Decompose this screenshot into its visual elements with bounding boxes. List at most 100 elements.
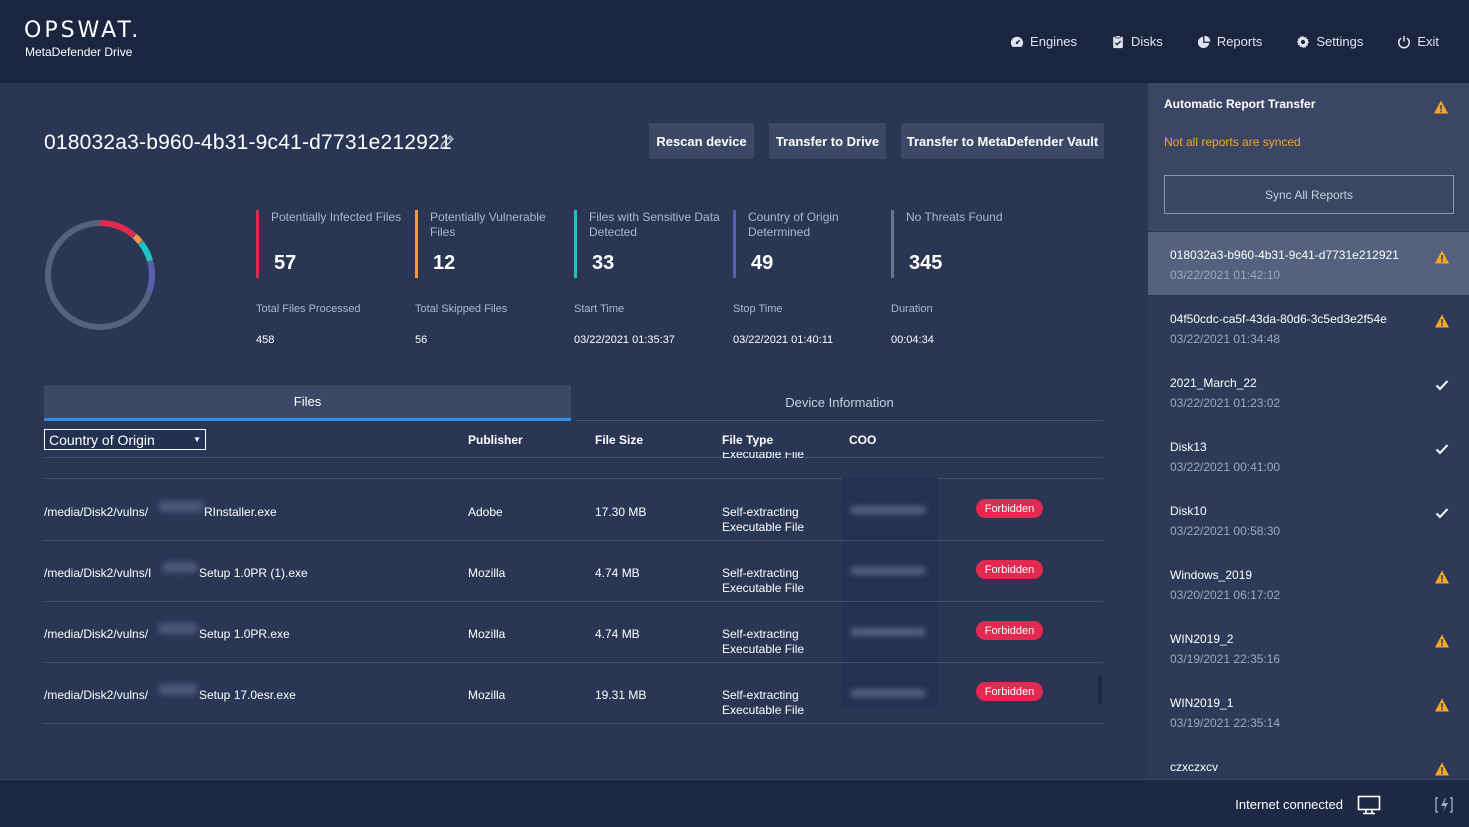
results-donut-chart (45, 220, 155, 330)
nav-exit[interactable]: Exit (1397, 34, 1439, 49)
table-row[interactable]: /media/Disk2/vulns/ RInstaller.exe Adobe… (0, 479, 1103, 540)
meta-label-start-time: Start Time (574, 303, 625, 315)
rescan-device-button[interactable]: Rescan device (649, 123, 754, 159)
file-type: Self-extracting Executable File (722, 688, 805, 717)
charging-icon[interactable] (1434, 796, 1454, 814)
file-path-prefix: /media/Disk2/vulns/ (44, 627, 149, 641)
nav-label: Settings (1316, 34, 1364, 49)
report-transfer-panel: Automatic Report Transfer Not all report… (1148, 83, 1469, 779)
report-item[interactable]: Windows_2019 03/20/2021 06:17:02 (1148, 551, 1469, 615)
report-item[interactable]: 018032a3-b960-4b31-9c41-d7731e212921 03/2… (1148, 231, 1469, 295)
warning-icon (1435, 762, 1449, 776)
redacted-text (162, 562, 198, 573)
stat-infected: Potentially Infected Files 57 (256, 210, 406, 278)
warning-icon (1435, 698, 1449, 712)
stat-value: 12 (433, 252, 456, 274)
status-badge: Forbidden (976, 682, 1043, 701)
report-item[interactable]: WIN2019_1 03/19/2021 22:35:14 (1148, 679, 1469, 743)
stat-value: 345 (909, 252, 943, 274)
nav-settings[interactable]: Settings (1296, 34, 1363, 49)
publisher: Mozilla (468, 688, 506, 702)
sync-all-reports-button[interactable]: Sync All Reports (1164, 175, 1454, 214)
meta-value-total-files: 458 (256, 334, 275, 346)
redacted-text (158, 623, 198, 634)
table-row[interactable]: /media/Disk2/vulns/ Setup 1.0PR.exe Mozi… (0, 601, 1103, 662)
checkmark-icon (1435, 380, 1449, 391)
meta-value-duration: 00:04:34 (891, 334, 934, 346)
warning-icon (1435, 250, 1449, 264)
file-type: Self-extracting Executable File (722, 566, 805, 595)
nav-reports[interactable]: Reports (1197, 34, 1262, 49)
report-date: 03/22/2021 01:23:02 (1170, 396, 1281, 410)
transfer-to-vault-button[interactable]: Transfer to MetaDefender Vault (901, 123, 1104, 159)
report-date: 03/19/2021 22:35:16 (1170, 652, 1281, 666)
checkmark-icon (1435, 444, 1449, 455)
stat-label: Potentially Infected Files (271, 210, 402, 224)
divider (44, 723, 1103, 724)
file-size: 17.30 MB (595, 505, 647, 519)
table-scrollbar[interactable] (1098, 675, 1102, 705)
report-date: 03/19/2021 22:35:14 (1170, 716, 1281, 730)
report-item[interactable]: Disk13 03/22/2021 00:41:00 (1148, 423, 1469, 487)
column-filter-select[interactable]: Country of Origin ▼ (44, 429, 206, 450)
header-file-size[interactable]: File Size (595, 433, 643, 447)
main-content: 018032a3-b960-4b31-9c41-d7731e212921 Res… (0, 83, 1148, 779)
meta-label-duration: Duration (891, 303, 933, 315)
header-publisher[interactable]: Publisher (468, 433, 523, 447)
meta-value-stop-time: 03/22/2021 01:40:11 (733, 334, 834, 346)
stat-label: Files with Sensitive Data Detected (589, 210, 720, 239)
stat-value: 33 (592, 252, 615, 274)
report-name: Disk13 (1170, 440, 1207, 454)
file-path-suffix: RInstaller.exe (204, 505, 277, 519)
file-path-suffix: Setup 1.0PR.exe (199, 627, 290, 641)
table-row[interactable]: /media/Disk2/vulns/I Setup 1.0PR (1).exe… (0, 540, 1103, 601)
main-nav: Engines Disks Reports Settings Exit (976, 34, 1439, 49)
file-size: 19.31 MB (595, 688, 647, 702)
select-value: Country of Origin (49, 431, 155, 448)
file-type: Self-extracting Executable File (722, 505, 805, 534)
file-path-suffix: Setup 17.0esr.exe (199, 688, 296, 702)
header-file-type[interactable]: File Type (722, 433, 773, 447)
clipboard-check-icon (1113, 34, 1123, 48)
warning-icon (1434, 100, 1448, 114)
report-name: 04f50cdc-ca5f-43da-80d6-3c5ed3e2f54e (1170, 312, 1387, 326)
status-badge: Forbidden (976, 499, 1043, 518)
report-item[interactable]: czxczxcv (1148, 743, 1469, 779)
stat-vulnerable: Potentially Vulnerable Files 12 (415, 210, 565, 278)
status-badge: Forbidden (976, 560, 1043, 579)
meta-value-skipped: 56 (415, 334, 428, 346)
stat-label: Country of Origin Determined (748, 210, 839, 239)
nav-engines[interactable]: Engines (1010, 34, 1077, 49)
tab-files[interactable]: Files (44, 385, 571, 421)
panel-header: Automatic Report Transfer Not all report… (1148, 83, 1469, 231)
report-date: 03/20/2021 06:17:02 (1170, 588, 1281, 602)
nav-disks[interactable]: Disks (1111, 34, 1163, 49)
report-name: Disk10 (1170, 504, 1207, 518)
report-date: 03/22/2021 01:34:48 (1170, 332, 1281, 346)
nav-label: Disks (1131, 34, 1163, 49)
table-row[interactable]: /media/Disk2/vulns/ Setup 17.0esr.exe Mo… (0, 662, 1103, 723)
checkmark-icon (1435, 508, 1449, 519)
report-name: 2021_March_22 (1170, 376, 1257, 390)
meta-label-stop-time: Stop Time (733, 303, 783, 315)
stat-label: Potentially Vulnerable Files (430, 210, 546, 239)
transfer-to-drive-button[interactable]: Transfer to Drive (769, 123, 886, 159)
panel-title: Automatic Report Transfer (1164, 97, 1316, 111)
report-list: 018032a3-b960-4b31-9c41-d7731e212921 03/2… (1148, 231, 1469, 779)
logo: OPSWAT. MetaDefender Drive (24, 18, 141, 59)
report-item[interactable]: Disk10 03/22/2021 00:58:30 (1148, 487, 1469, 551)
publisher: Mozilla (468, 566, 506, 580)
meta-label-skipped: Total Skipped Files (415, 303, 508, 315)
tab-device-information[interactable]: Device Information (576, 385, 1103, 421)
report-item[interactable]: 04f50cdc-ca5f-43da-80d6-3c5ed3e2f54e 03/2… (1148, 295, 1469, 359)
power-icon (1398, 35, 1411, 48)
report-name: WIN2019_2 (1170, 632, 1234, 646)
header-coo[interactable]: COO (849, 433, 876, 447)
file-type: Self-extracting Executable File (722, 627, 805, 656)
redacted-country (850, 506, 926, 514)
redacted-country (850, 689, 926, 697)
report-item[interactable]: WIN2019_2 03/19/2021 22:35:16 (1148, 615, 1469, 679)
publisher: Adobe (468, 505, 503, 519)
report-item[interactable]: 2021_March_22 03/22/2021 01:23:02 (1148, 359, 1469, 423)
pencil-icon[interactable] (438, 133, 456, 151)
